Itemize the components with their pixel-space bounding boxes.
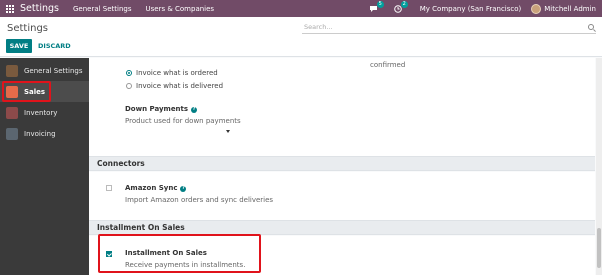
sidebar-item-general-settings[interactable]: General Settings <box>0 60 89 81</box>
sidebar-item-label: Inventory <box>24 108 58 117</box>
down-payments-title: Down Payments? <box>125 105 198 113</box>
help-icon[interactable]: ? <box>191 107 198 113</box>
search-input[interactable]: Search... <box>302 23 596 34</box>
radio-label-invoice-delivered: Invoice what is delivered <box>136 82 224 90</box>
radio-invoice-ordered[interactable] <box>126 70 132 76</box>
invoicing-policy-note: confirmed <box>370 61 406 69</box>
scrollbar-thumb[interactable] <box>597 228 601 268</box>
invoicing-icon <box>6 127 18 140</box>
app-brand[interactable]: Settings <box>20 3 59 14</box>
messages-button[interactable]: 5 <box>369 0 384 13</box>
radio-invoice-delivered[interactable] <box>126 83 132 89</box>
inventory-icon <box>6 106 18 119</box>
menu-users-companies[interactable]: Users & Companies <box>146 5 215 13</box>
user-menu[interactable]: Mitchell Admin <box>531 3 596 14</box>
scrollbar[interactable] <box>596 58 602 275</box>
user-name: Mitchell Admin <box>544 4 596 13</box>
sidebar-item-label: General Settings <box>24 66 83 75</box>
radio-label-invoice-ordered: Invoice what is ordered <box>136 69 218 77</box>
down-payments-description: Product used for down payments <box>125 117 241 125</box>
activities-button[interactable]: 2 <box>393 0 408 13</box>
installment-heading: Installment On Sales <box>89 220 595 235</box>
sidebar-item-invoicing[interactable]: Invoicing <box>0 123 89 144</box>
top-navbar: Settings General Settings Users & Compan… <box>0 0 602 17</box>
save-button[interactable]: SAVE <box>6 39 32 53</box>
amazon-sync-checkbox[interactable] <box>106 185 112 191</box>
settings-content: confirmed Invoice what is ordered Invoic… <box>89 58 602 275</box>
page-title: Settings <box>7 23 49 34</box>
amazon-sync-label: Amazon Sync <box>125 184 178 192</box>
messages-badge: 5 <box>376 0 384 8</box>
company-switcher[interactable]: My Company (San Francisco) <box>420 5 521 13</box>
search-icon <box>588 24 594 30</box>
amazon-sync-title: Amazon Sync? <box>125 184 187 192</box>
activities-badge: 2 <box>400 0 408 8</box>
down-payments-label: Down Payments <box>125 105 189 113</box>
search-placeholder: Search... <box>304 23 333 31</box>
help-icon[interactable]: ? <box>180 186 187 192</box>
sidebar-item-inventory[interactable]: Inventory <box>0 102 89 123</box>
menu-general-settings[interactable]: General Settings <box>73 5 132 13</box>
avatar <box>531 3 542 14</box>
chevron-down-icon[interactable] <box>226 130 230 133</box>
amazon-sync-description: Import Amazon orders and sync deliveries <box>125 196 274 204</box>
sidebar-item-label: Invoicing <box>24 129 56 138</box>
discard-button[interactable]: DISCARD <box>36 39 73 53</box>
general-settings-icon <box>6 64 18 77</box>
connectors-heading: Connectors <box>89 156 595 171</box>
sales-highlight-box <box>2 81 51 102</box>
control-panel: Settings Search... SAVE DISCARD <box>0 17 602 57</box>
apps-menu-icon[interactable] <box>6 4 14 13</box>
installment-highlight-box <box>98 234 261 273</box>
